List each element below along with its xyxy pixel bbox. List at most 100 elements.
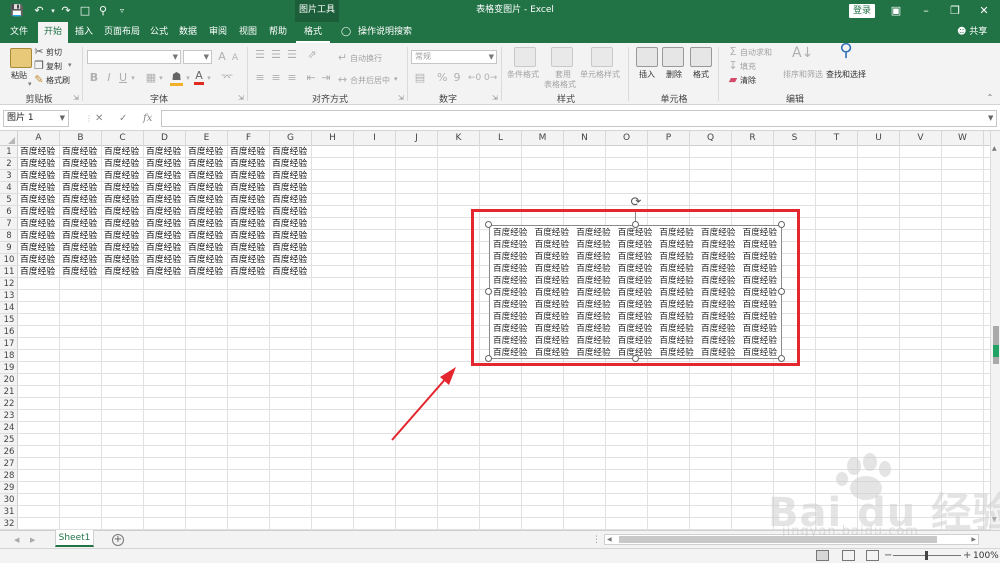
copy-dropdown-icon[interactable]: ▾ — [68, 61, 72, 69]
zoom-in-button[interactable]: + — [963, 549, 971, 562]
find-select-icon[interactable]: ⚲ — [836, 42, 856, 60]
cell-g1[interactable]: 百度经验 — [270, 146, 312, 158]
chevron-down-icon[interactable]: ▼ — [60, 111, 65, 126]
sort-filter-button[interactable]: 排序和筛选 — [783, 69, 823, 80]
cell-a10[interactable]: 百度经验 — [18, 254, 60, 266]
resize-handle-s[interactable] — [631, 355, 639, 362]
resize-handle-e[interactable] — [778, 288, 785, 295]
cell-b11[interactable]: 百度经验 — [60, 266, 102, 278]
cell-g7[interactable]: 百度经验 — [270, 218, 312, 230]
cell-styles-icon[interactable] — [591, 47, 613, 67]
column-header-s[interactable]: S — [774, 131, 816, 146]
column-header-c[interactable]: C — [102, 131, 144, 146]
cell-d5[interactable]: 百度经验 — [144, 194, 186, 206]
column-header-a[interactable]: A — [18, 131, 60, 146]
tell-me-search[interactable]: ◯ 操作说明搜索 — [340, 22, 412, 43]
column-header-b[interactable]: B — [60, 131, 102, 146]
autosum-icon[interactable]: Σ — [727, 46, 739, 58]
row-header-5[interactable]: 5 — [0, 194, 18, 206]
column-header-o[interactable]: O — [606, 131, 648, 146]
formula-input[interactable] — [161, 110, 997, 127]
save-icon[interactable]: 💾 — [10, 4, 24, 18]
font-color-dropdown-icon[interactable]: ▾ — [205, 72, 213, 84]
font-name-combo[interactable]: ▼ — [87, 50, 181, 64]
column-header-j[interactable]: J — [396, 131, 438, 146]
row-header-12[interactable]: 12 — [0, 278, 18, 290]
column-header-i[interactable]: I — [354, 131, 396, 146]
align-middle-icon[interactable]: ☰ — [270, 49, 282, 61]
cell-b2[interactable]: 百度经验 — [60, 158, 102, 170]
row-header-6[interactable]: 6 — [0, 206, 18, 218]
cell-f4[interactable]: 百度经验 — [228, 182, 270, 194]
redo-icon[interactable]: ↷ — [59, 4, 73, 18]
cell-f9[interactable]: 百度经验 — [228, 242, 270, 254]
row-header-2[interactable]: 2 — [0, 158, 18, 170]
cancel-icon[interactable]: ✕ — [95, 110, 103, 127]
tab-data[interactable]: 数据 — [174, 22, 202, 43]
column-header-g[interactable]: G — [270, 131, 312, 146]
clipboard-launcher-icon[interactable]: ⇲ — [73, 94, 79, 102]
cell-c4[interactable]: 百度经验 — [102, 182, 144, 194]
cell-a9[interactable]: 百度经验 — [18, 242, 60, 254]
cell-a1[interactable]: 百度经验 — [18, 146, 60, 158]
cell-a2[interactable]: 百度经验 — [18, 158, 60, 170]
tab-home[interactable]: 开始 — [38, 22, 68, 43]
cell-b5[interactable]: 百度经验 — [60, 194, 102, 206]
row-header-24[interactable]: 24 — [0, 422, 18, 434]
cell-a7[interactable]: 百度经验 — [18, 218, 60, 230]
cell-d1[interactable]: 百度经验 — [144, 146, 186, 158]
fill-color-icon[interactable]: ☗ — [170, 71, 183, 86]
row-header-8[interactable]: 8 — [0, 230, 18, 242]
insert-function-button[interactable]: fx — [143, 110, 152, 127]
copy-button[interactable]: 复制 — [46, 61, 62, 72]
shrink-font-button[interactable]: A — [230, 52, 240, 64]
borders-icon[interactable]: ▦ — [145, 72, 157, 84]
font-launcher-icon[interactable]: ⇲ — [238, 94, 244, 102]
row-header-23[interactable]: 23 — [0, 410, 18, 422]
row-header-16[interactable]: 16 — [0, 326, 18, 338]
number-format-combo[interactable]: 常规 ▼ — [411, 50, 497, 64]
cell-c10[interactable]: 百度经验 — [102, 254, 144, 266]
cell-f1[interactable]: 百度经验 — [228, 146, 270, 158]
cell-a3[interactable]: 百度经验 — [18, 170, 60, 182]
sheet-tab-sheet1[interactable]: Sheet1 — [55, 530, 94, 547]
resize-handle-nw[interactable] — [485, 221, 492, 228]
row-header-20[interactable]: 20 — [0, 374, 18, 386]
resize-handle-se[interactable] — [778, 355, 785, 362]
cell-e5[interactable]: 百度经验 — [186, 194, 228, 206]
format-cells-button[interactable]: 格式 — [693, 69, 709, 80]
merge-dropdown-icon[interactable]: ▾ — [394, 75, 398, 83]
row-header-9[interactable]: 9 — [0, 242, 18, 254]
scissors-icon[interactable]: ✂ — [33, 46, 45, 58]
row-header-26[interactable]: 26 — [0, 446, 18, 458]
cell-e8[interactable]: 百度经验 — [186, 230, 228, 242]
column-header-q[interactable]: Q — [690, 131, 732, 146]
cell-e10[interactable]: 百度经验 — [186, 254, 228, 266]
cell-f5[interactable]: 百度经验 — [228, 194, 270, 206]
row-header-19[interactable]: 19 — [0, 362, 18, 374]
format-cells-icon[interactable] — [690, 47, 712, 67]
orientation-icon[interactable]: ⇗ — [305, 49, 319, 61]
sort-filter-icon[interactable]: A↓ — [792, 46, 813, 60]
row-header-7[interactable]: 7 — [0, 218, 18, 230]
merge-center-button[interactable]: 合并后居中 — [350, 75, 390, 86]
cell-f2[interactable]: 百度经验 — [228, 158, 270, 170]
cell-b1[interactable]: 百度经验 — [60, 146, 102, 158]
row-header-3[interactable]: 3 — [0, 170, 18, 182]
row-header-30[interactable]: 30 — [0, 494, 18, 506]
clear-button[interactable]: 清除 — [740, 75, 756, 86]
cell-c3[interactable]: 百度经验 — [102, 170, 144, 182]
wrap-text-button[interactable]: 自动换行 — [350, 53, 382, 64]
column-header-k[interactable]: K — [438, 131, 480, 146]
format-as-table-button-line2[interactable]: 表格格式 — [544, 79, 576, 90]
tab-file[interactable]: 文件 — [4, 22, 34, 43]
cell-d6[interactable]: 百度经验 — [144, 206, 186, 218]
column-header-r[interactable]: R — [732, 131, 774, 146]
resize-handle-w[interactable] — [485, 288, 492, 295]
close-icon[interactable]: ✕ — [976, 3, 992, 19]
underline-button[interactable]: U — [118, 72, 128, 84]
cell-a11[interactable]: 百度经验 — [18, 266, 60, 278]
cell-b10[interactable]: 百度经验 — [60, 254, 102, 266]
cell-c2[interactable]: 百度经验 — [102, 158, 144, 170]
cell-a4[interactable]: 百度经验 — [18, 182, 60, 194]
